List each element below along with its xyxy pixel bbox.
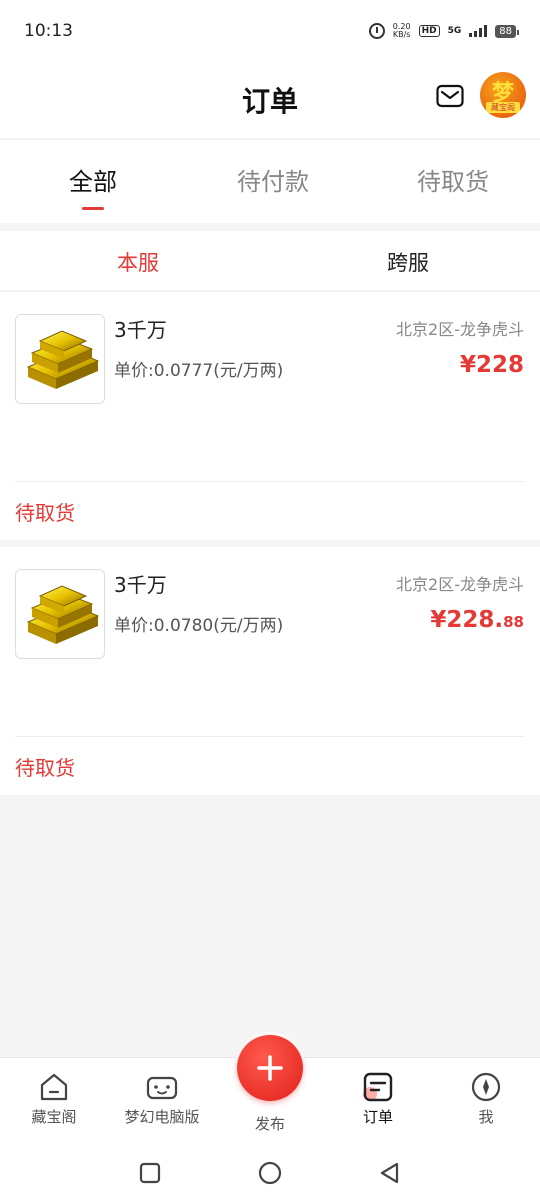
system-nav-bar (0, 1147, 540, 1204)
compass-icon (471, 1072, 501, 1102)
order-card[interactable]: 3千万 北京2区-龙争虎斗 单价:0.0777(元/万两) ¥228 待取货 (0, 292, 540, 540)
nav-item-pc-version[interactable]: 梦幻电脑版 (112, 1070, 212, 1127)
publish-label: 发布 (254, 1115, 285, 1133)
recent-apps-icon[interactable] (138, 1161, 162, 1185)
divider (15, 736, 525, 737)
subtab-cross-server[interactable]: 跨服 (273, 247, 540, 277)
server-subtabs: 本服 跨服 (0, 231, 540, 291)
net-speed-unit: KB/s (392, 30, 411, 39)
order-server: 北京2区-龙争虎斗 (396, 575, 524, 594)
subtab-local-server[interactable]: 本服 (3, 247, 273, 277)
gamepad-icon (146, 1076, 178, 1100)
mail-icon[interactable] (436, 84, 464, 108)
status-time: 10:13 (24, 21, 73, 41)
tab-pending-pickup[interactable]: 待取货 (363, 162, 540, 197)
alarm-icon (368, 23, 385, 39)
avatar-logo-sub: 藏宝阁 (486, 102, 520, 113)
nav-item-home[interactable]: 藏宝阁 (4, 1070, 104, 1127)
nav-label-pc-version: 梦幻电脑版 (124, 1108, 200, 1126)
tab-pending-payment[interactable]: 待付款 (183, 162, 363, 197)
avatar[interactable]: 梦 藏宝阁 (480, 72, 526, 118)
plus-icon (257, 1055, 283, 1081)
back-icon[interactable] (378, 1161, 402, 1185)
active-tab-indicator (82, 207, 104, 210)
tab-all[interactable]: 全部 (3, 162, 183, 197)
hd-icon: HD (418, 25, 440, 37)
order-card[interactable]: 3千万 北京2区-龙争虎斗 单价:0.0780(元/万两) ¥228.88 待取… (0, 547, 540, 795)
order-title: 3千万 (114, 573, 167, 597)
order-price-main: ¥228 (459, 352, 524, 378)
home-icon (40, 1073, 68, 1101)
nav-label-home: 藏宝阁 (31, 1108, 77, 1126)
gold-bars-thumbnail (15, 314, 105, 404)
order-unit-price: 单价:0.0777(元/万两) (114, 361, 284, 381)
order-price-cents: 88 (503, 613, 524, 631)
order-status: 待取货 (15, 501, 75, 525)
order-title: 3千万 (114, 318, 167, 342)
gold-bars-thumbnail (15, 569, 105, 659)
page-header: 订单 梦 藏宝阁 (0, 62, 540, 138)
nav-item-orders[interactable]: 订单 (328, 1070, 428, 1127)
publish-button-circle (237, 1035, 303, 1101)
net-speed: 0.20 KB/s (393, 23, 411, 39)
order-tabs: 全部 待付款 待取货 (0, 139, 540, 223)
order-server: 北京2区-龙争虎斗 (396, 320, 524, 339)
gold-bars-icon (26, 585, 100, 644)
publish-button[interactable] (234, 1032, 306, 1104)
battery-icon: 88 (495, 24, 519, 38)
status-icons: 0.20 KB/s HD 5G 88 (368, 23, 519, 39)
signal-icon (469, 25, 488, 37)
home-circle-icon[interactable] (257, 1160, 283, 1186)
gold-bars-icon (26, 330, 100, 389)
order-icon (363, 1072, 393, 1102)
order-price-main: ¥228. (430, 607, 504, 633)
order-price: ¥228.88 (430, 607, 524, 633)
status-bar: 10:13 0.20 KB/s HD 5G 88 (0, 0, 540, 62)
order-unit-price: 单价:0.0780(元/万两) (114, 616, 284, 636)
order-status: 待取货 (15, 756, 75, 780)
order-price: ¥228 (460, 352, 524, 378)
nav-label-me: 我 (478, 1108, 494, 1126)
nav-item-me[interactable]: 我 (436, 1070, 536, 1127)
network-type: 5G (447, 26, 462, 36)
divider (15, 481, 525, 482)
nav-label-orders: 订单 (362, 1108, 393, 1126)
